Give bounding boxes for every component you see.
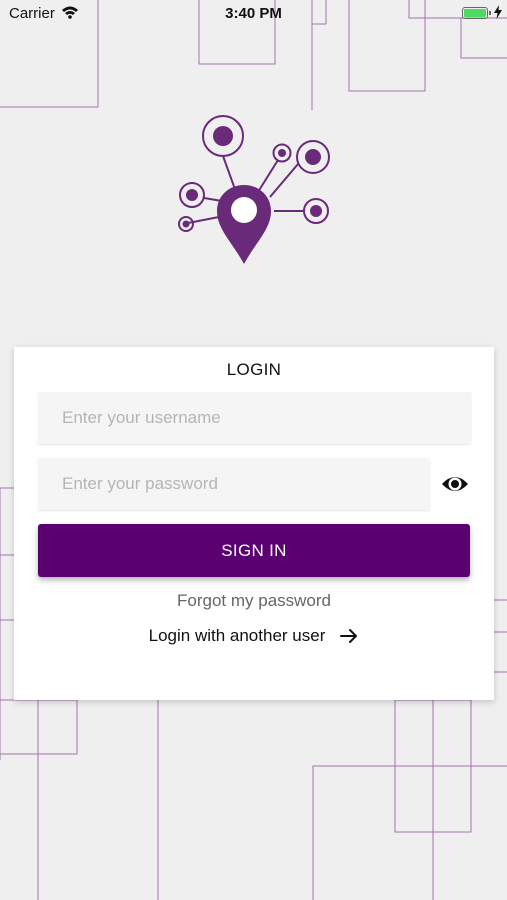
battery-tip (489, 11, 491, 15)
sign-in-button[interactable]: SIGN IN (38, 524, 470, 577)
username-input[interactable] (38, 392, 471, 444)
charging-bolt-icon (494, 5, 502, 19)
arrow-right-icon (340, 629, 358, 643)
login-card: LOGIN SIGN IN Forgot my password Login w… (14, 347, 494, 700)
forgot-password-link[interactable]: Forgot my password (14, 591, 494, 611)
status-time: 3:40 PM (225, 5, 282, 22)
battery-level (464, 9, 486, 17)
app-logo-icon (178, 115, 330, 264)
eye-icon[interactable] (441, 471, 469, 497)
password-input[interactable] (38, 458, 430, 510)
login-another-user-label: Login with another user (148, 626, 326, 645)
battery-icon (462, 7, 488, 19)
login-another-user-link[interactable]: Login with another user (14, 626, 494, 646)
status-bar: Carrier 3:40 PM (0, 0, 507, 28)
login-title: LOGIN (226, 360, 282, 379)
